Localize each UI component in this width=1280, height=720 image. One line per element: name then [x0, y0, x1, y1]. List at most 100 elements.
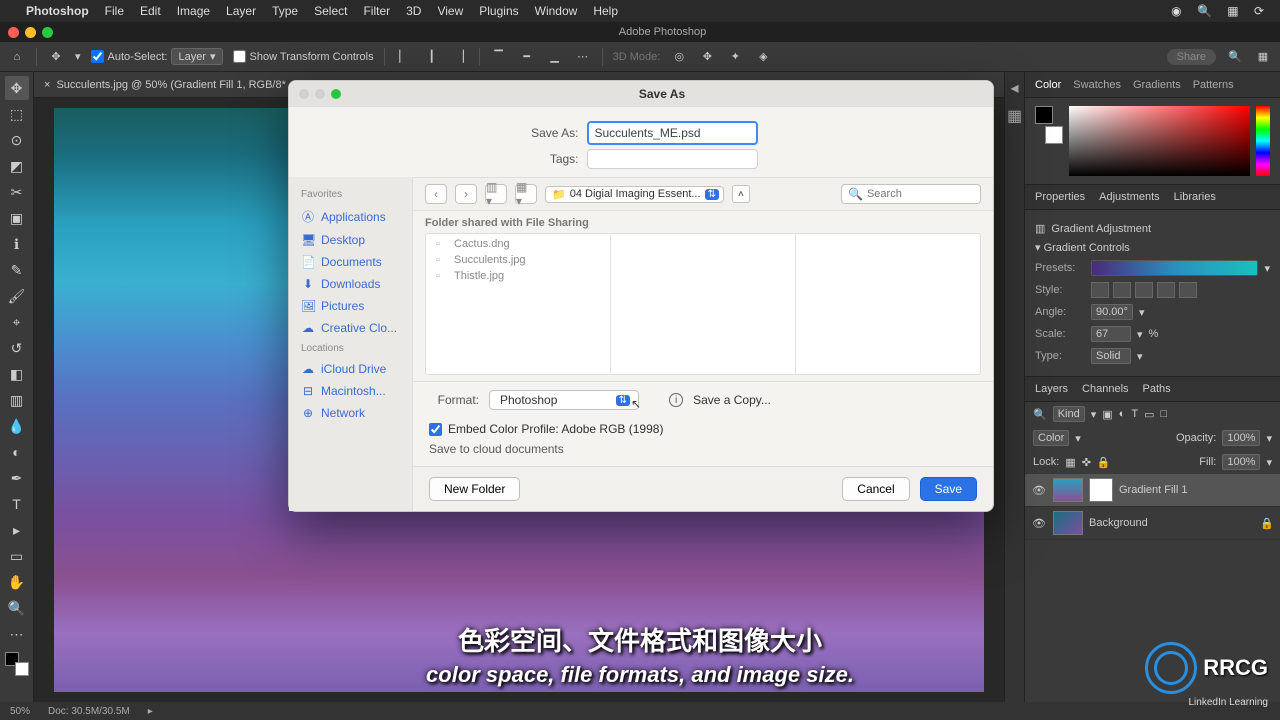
save-button[interactable]: Save	[920, 477, 977, 501]
sync-icon[interactable]: ⟳	[1254, 4, 1264, 18]
eyedropper-tool-icon[interactable]: ℹ	[5, 232, 29, 256]
align-bottom-icon[interactable]: ▁	[546, 48, 564, 66]
style-diamond-icon[interactable]	[1179, 282, 1197, 298]
dodge-tool-icon[interactable]: ◐	[5, 440, 29, 464]
color-field[interactable]	[1069, 106, 1250, 176]
pen-tool-icon[interactable]: ✒	[5, 466, 29, 490]
menu-help[interactable]: Help	[593, 4, 618, 18]
type-dropdown[interactable]: Solid	[1091, 348, 1131, 364]
file-browser[interactable]: ▫Cactus.dng ▫Succulents.jpg ▫Thistle.jpg	[425, 233, 981, 375]
collapsed-panel-icon[interactable]: ▦	[1007, 106, 1022, 126]
panel-foreground-swatch[interactable]	[1035, 106, 1053, 124]
more-align-icon[interactable]: ⋯	[574, 48, 592, 66]
history-brush-tool-icon[interactable]: ↺	[5, 336, 29, 360]
menu-image[interactable]: Image	[177, 4, 210, 18]
tab-properties[interactable]: Properties	[1035, 191, 1085, 203]
embed-profile-checkbox[interactable]	[429, 423, 442, 436]
layer-visibility-icon[interactable]: 👁	[1031, 517, 1047, 530]
save-a-copy-link[interactable]: Save a Copy...	[693, 393, 771, 407]
tab-channels[interactable]: Channels	[1082, 383, 1128, 395]
layer-lock-icon[interactable]: 🔒	[1260, 517, 1274, 530]
tab-swatches[interactable]: Swatches	[1073, 79, 1121, 91]
sidebar-item-applications[interactable]: ⒶApplications	[289, 204, 412, 229]
gradient-preset-dropdown[interactable]	[1091, 260, 1258, 276]
save-to-cloud-link[interactable]: Save to cloud documents	[429, 442, 564, 456]
style-reflected-icon[interactable]	[1157, 282, 1175, 298]
save-as-filename-input[interactable]	[587, 121, 758, 145]
lock-pixel-icon[interactable]: ▦	[1065, 456, 1075, 469]
blend-mode-dropdown[interactable]: Color	[1033, 430, 1069, 446]
path-stepper-icon[interactable]: ⇅	[705, 189, 719, 200]
sidebar-item-creative-cloud[interactable]: ☁Creative Clo...	[289, 317, 412, 339]
gradient-tool-icon[interactable]: ▥	[5, 388, 29, 412]
type-tool-icon[interactable]: T	[5, 492, 29, 516]
sidebar-item-icloud[interactable]: ☁iCloud Drive	[289, 358, 412, 380]
crop-tool-icon[interactable]: ✂	[5, 180, 29, 204]
new-folder-button[interactable]: New Folder	[429, 477, 520, 501]
lasso-tool-icon[interactable]: ⊙	[5, 128, 29, 152]
hue-slider[interactable]	[1256, 106, 1270, 176]
align-center-h-icon[interactable]: ┃	[423, 48, 441, 66]
lock-position-icon[interactable]: ✜	[1082, 456, 1091, 469]
move-tool-preset-icon[interactable]: ✥	[47, 48, 65, 66]
nav-forward-button[interactable]: ›	[455, 184, 477, 204]
layer-name[interactable]: Background	[1089, 517, 1254, 529]
view-columns-button[interactable]: ▥ ▾	[485, 184, 507, 204]
angle-field[interactable]: 90.00°	[1091, 304, 1133, 320]
tab-gradients[interactable]: Gradients	[1133, 79, 1181, 91]
healing-brush-tool-icon[interactable]: ✎	[5, 258, 29, 282]
foreground-background-colors[interactable]	[5, 652, 29, 676]
collapsed-panel-strip[interactable]: ◂ ▦	[1004, 72, 1024, 702]
window-minimize-icon[interactable]	[25, 27, 36, 38]
status-arrow-icon[interactable]: ▸	[148, 706, 153, 717]
filter-smart-icon[interactable]: □	[1160, 408, 1167, 420]
window-zoom-icon[interactable]	[42, 27, 53, 38]
lock-all-icon[interactable]: 🔒	[1097, 456, 1111, 469]
menu-view[interactable]: View	[437, 4, 463, 18]
marquee-tool-icon[interactable]: ⬚	[5, 102, 29, 126]
collapse-button[interactable]: ˄	[732, 185, 750, 203]
edit-toolbar-icon[interactable]: ⋯	[5, 622, 29, 646]
window-traffic-lights[interactable]	[8, 27, 53, 38]
frame-tool-icon[interactable]: ▣	[5, 206, 29, 230]
dialog-titlebar[interactable]: Save As	[289, 81, 993, 107]
tab-layers[interactable]: Layers	[1035, 383, 1068, 395]
align-right-icon[interactable]: ▕	[451, 48, 469, 66]
format-stepper-icon[interactable]: ⇅	[616, 395, 630, 406]
file-item-cactus[interactable]: ▫Cactus.dng	[426, 236, 610, 252]
layer-thumbnail[interactable]	[1053, 511, 1083, 535]
align-top-icon[interactable]: ▔	[490, 48, 508, 66]
path-popup[interactable]: 📁 04 Digial Imaging Essent... ⇅	[545, 186, 724, 203]
tab-patterns[interactable]: Patterns	[1193, 79, 1234, 91]
opacity-field[interactable]: 100%	[1222, 430, 1260, 446]
blur-tool-icon[interactable]: 💧	[5, 414, 29, 438]
layer-gradient-fill-1[interactable]: 👁 Gradient Fill 1	[1025, 474, 1280, 507]
menu-layer[interactable]: Layer	[226, 4, 256, 18]
tab-libraries[interactable]: Libraries	[1174, 191, 1216, 203]
cc-home-icon[interactable]: ◉	[1171, 4, 1181, 18]
dialog-zoom-icon[interactable]	[331, 89, 341, 99]
fill-field[interactable]: 100%	[1222, 454, 1260, 470]
layer-thumbnail[interactable]	[1053, 478, 1083, 502]
menu-select[interactable]: Select	[314, 4, 347, 18]
color-swatch-pair[interactable]	[1035, 106, 1063, 144]
sidebar-item-downloads[interactable]: ⬇Downloads	[289, 273, 412, 295]
style-radial-icon[interactable]	[1113, 282, 1131, 298]
format-dropdown[interactable]: Photoshop ⇅	[489, 390, 639, 410]
hand-tool-icon[interactable]: ✋	[5, 570, 29, 594]
info-icon[interactable]: i	[669, 393, 683, 407]
dialog-search-input[interactable]	[867, 188, 1009, 200]
search-icon[interactable]: 🔍	[1197, 4, 1212, 18]
shape-tool-icon[interactable]: ▭	[5, 544, 29, 568]
sidebar-item-documents[interactable]: 📄Documents	[289, 251, 412, 273]
auto-select-checkbox[interactable]	[91, 50, 104, 63]
layer-name[interactable]: Gradient Fill 1	[1119, 484, 1274, 496]
filter-shape-icon[interactable]: ▭	[1144, 408, 1154, 421]
path-select-tool-icon[interactable]: ▸	[5, 518, 29, 542]
window-close-icon[interactable]	[8, 27, 19, 38]
dialog-search-field[interactable]: 🔍	[841, 184, 981, 204]
style-angle-icon[interactable]	[1135, 282, 1153, 298]
filter-pixel-icon[interactable]: ▣	[1102, 408, 1112, 421]
align-left-icon[interactable]: ▏	[395, 48, 413, 66]
filter-adjustment-icon[interactable]: ◐	[1119, 408, 1126, 420]
